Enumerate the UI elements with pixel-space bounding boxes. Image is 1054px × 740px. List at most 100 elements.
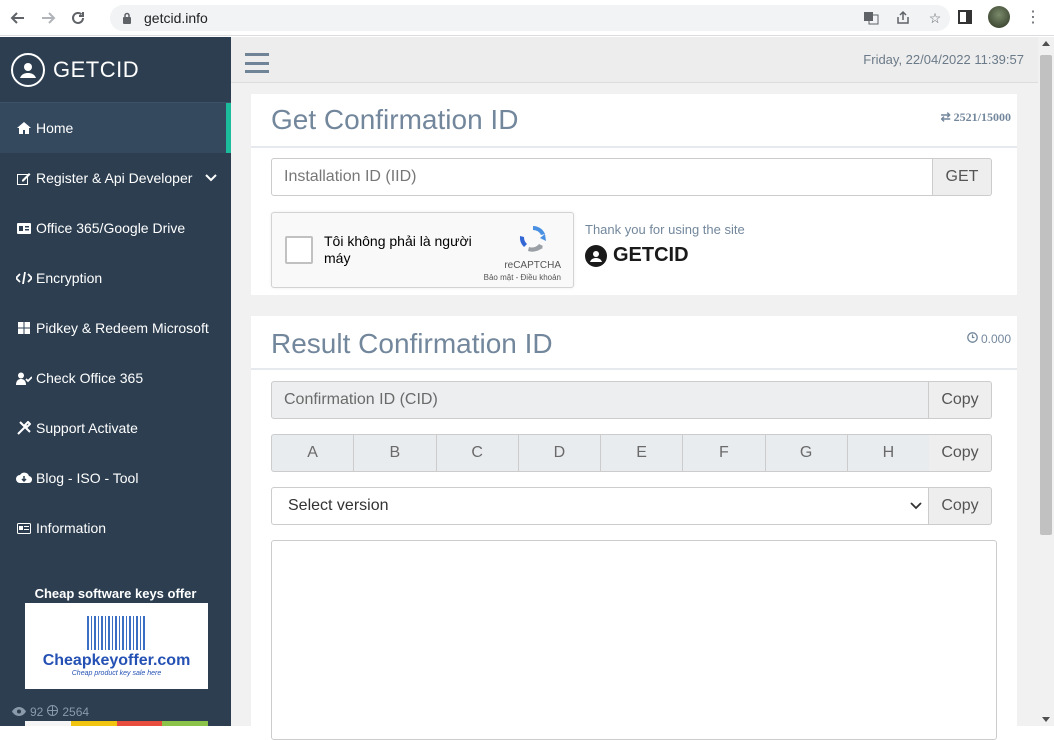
menu-dots-icon[interactable]: ⋮	[1022, 6, 1044, 28]
timer: 0.000	[966, 332, 1011, 346]
recaptcha-brand: reCAPTCHA	[504, 260, 561, 271]
cid-block-f[interactable]: F	[682, 434, 765, 472]
sidebar-item-information[interactable]: Information	[0, 503, 231, 553]
usage-counter: ⇄ 2521/15000	[940, 110, 1011, 124]
cid-block-g[interactable]: G	[764, 434, 847, 472]
iid-input-group: Installation ID (IID) GET	[271, 158, 992, 196]
promo-name: Cheapkeyoffer.com	[42, 651, 191, 669]
datetime: Friday, 22/04/2022 11:39:57	[863, 52, 1024, 67]
tools-icon	[16, 421, 32, 435]
share-icon[interactable]	[894, 9, 912, 27]
panel-title: Result Confirmation ID	[271, 328, 553, 359]
sidebar-item-label: Support Activate	[36, 420, 138, 436]
address-bar[interactable]: getcid.info ☆	[110, 5, 950, 31]
recaptcha-label: Tôi không phải là người máy	[324, 233, 472, 266]
cid-blocks-group: A B C D E F G H Copy	[271, 434, 992, 472]
sidebar-item-home[interactable]: Home	[0, 103, 231, 153]
recaptcha-widget: Tôi không phải là người máy reCAPTCHA Bả…	[271, 212, 574, 288]
top-bar: Friday, 22/04/2022 11:39:57	[231, 37, 1038, 83]
get-cid-panel: Get Confirmation ID ⇄ 2521/15000 Install…	[251, 94, 1017, 295]
sidebar-item-encryption[interactable]: Encryption	[0, 253, 231, 303]
hamburger-menu-icon[interactable]	[245, 53, 269, 73]
eye-icon	[12, 705, 26, 719]
promo-title: Cheap software keys offer	[34, 586, 197, 601]
home-icon	[16, 122, 32, 134]
cid-input-group: Confirmation ID (CID) Copy	[271, 381, 992, 419]
promo-tagline: Cheap product key sale here	[71, 669, 162, 677]
sidebar-item-label: Encryption	[36, 270, 103, 286]
copy-version-button[interactable]: Copy	[929, 487, 992, 525]
copy-blocks-button[interactable]: Copy	[929, 434, 992, 472]
get-button[interactable]: GET	[933, 158, 992, 196]
scroll-down-icon[interactable]	[1042, 717, 1050, 722]
browser-toolbar: getcid.info ☆ ⋮	[0, 0, 1054, 36]
back-icon[interactable]	[6, 6, 30, 30]
sidebar-item-blog[interactable]: Blog - ISO - Tool	[0, 453, 231, 503]
windows-icon	[16, 322, 32, 334]
url-text: getcid.info	[144, 10, 208, 26]
thanks-text: Thank you for using the site	[585, 222, 745, 237]
code-icon	[16, 272, 32, 284]
sidebar-item-register[interactable]: Register & Api Developer	[0, 153, 231, 203]
forward-icon[interactable]	[36, 6, 60, 30]
chevron-down-icon[interactable]	[205, 169, 217, 185]
side-panel-icon[interactable]	[954, 6, 976, 28]
total-count: 2564	[62, 705, 90, 719]
cid-field[interactable]: Confirmation ID (CID)	[271, 381, 929, 419]
bookmark-star-icon[interactable]: ☆	[926, 9, 944, 27]
promo-color-strip	[25, 721, 208, 726]
main-content: Friday, 22/04/2022 11:39:57 Get Confirma…	[231, 37, 1038, 740]
cid-block-e[interactable]: E	[600, 434, 683, 472]
divider	[251, 146, 1017, 148]
sidebar-item-label: Blog - ISO - Tool	[36, 470, 139, 486]
recaptcha-checkbox[interactable]	[285, 236, 313, 264]
sidebar-item-office365-drive[interactable]: Office 365/Google Drive	[0, 203, 231, 253]
copy-cid-button[interactable]: Copy	[929, 381, 992, 419]
user-circle-icon	[11, 52, 45, 87]
version-select[interactable]: Select version	[271, 487, 929, 525]
sidebar-item-label: Office 365/Google Drive	[36, 220, 186, 236]
user-circle-icon	[585, 244, 607, 267]
result-textarea[interactable]	[271, 540, 997, 740]
sidebar-item-check-office[interactable]: Check Office 365	[0, 353, 231, 403]
sidebar: GETCID Home Register & Api Developer Off…	[0, 37, 231, 726]
panel-title: Get Confirmation ID	[271, 104, 519, 135]
sidebar-item-pidkey[interactable]: Pidkey & Redeem Microsoft	[0, 303, 231, 353]
cid-block-d[interactable]: D	[517, 434, 600, 472]
thanks-brand: GETCID	[585, 244, 689, 267]
sidebar-item-label: Information	[36, 520, 107, 536]
profile-avatar[interactable]	[988, 6, 1010, 28]
sidebar-item-label: Pidkey & Redeem Microsoft	[36, 320, 209, 336]
user-check-icon	[16, 372, 32, 385]
cid-block-h[interactable]: H	[846, 434, 929, 472]
clock-icon	[966, 332, 981, 346]
scroll-up-icon[interactable]	[1042, 41, 1050, 46]
barcode-logo	[86, 615, 147, 650]
brand-name: GETCID	[53, 56, 140, 82]
cid-block-c[interactable]: C	[435, 434, 518, 472]
promo-banner[interactable]: Cheapkeyoffer.com Cheap product key sale…	[25, 603, 208, 689]
divider	[251, 368, 1017, 370]
sidebar-item-support[interactable]: Support Activate	[0, 403, 231, 453]
info-card-icon	[16, 522, 32, 534]
lock-icon	[120, 11, 134, 25]
cloud-download-icon	[16, 472, 32, 484]
globe-icon	[47, 705, 59, 719]
cid-block-a[interactable]: A	[271, 434, 354, 472]
page-scrollbar[interactable]	[1038, 37, 1054, 726]
translate-icon[interactable]	[862, 9, 880, 27]
iid-input[interactable]: Installation ID (IID)	[271, 158, 933, 196]
sidebar-item-label: Home	[36, 120, 74, 136]
chevron-down-icon	[910, 499, 922, 513]
cid-block-b[interactable]: B	[353, 434, 436, 472]
recaptcha-legal-link[interactable]: Bảo mật - Điều khoản	[484, 273, 561, 282]
version-group: Select version Copy	[271, 487, 992, 525]
edit-icon	[16, 172, 32, 185]
brand[interactable]: GETCID	[0, 37, 231, 103]
reload-icon[interactable]	[66, 6, 90, 30]
exchange-icon: ⇄	[940, 110, 951, 124]
id-card-icon	[16, 222, 32, 234]
sidebar-item-label: Check Office 365	[36, 370, 144, 386]
visitor-stats: 92 2564	[12, 705, 89, 719]
scroll-thumb[interactable]	[1040, 55, 1052, 535]
